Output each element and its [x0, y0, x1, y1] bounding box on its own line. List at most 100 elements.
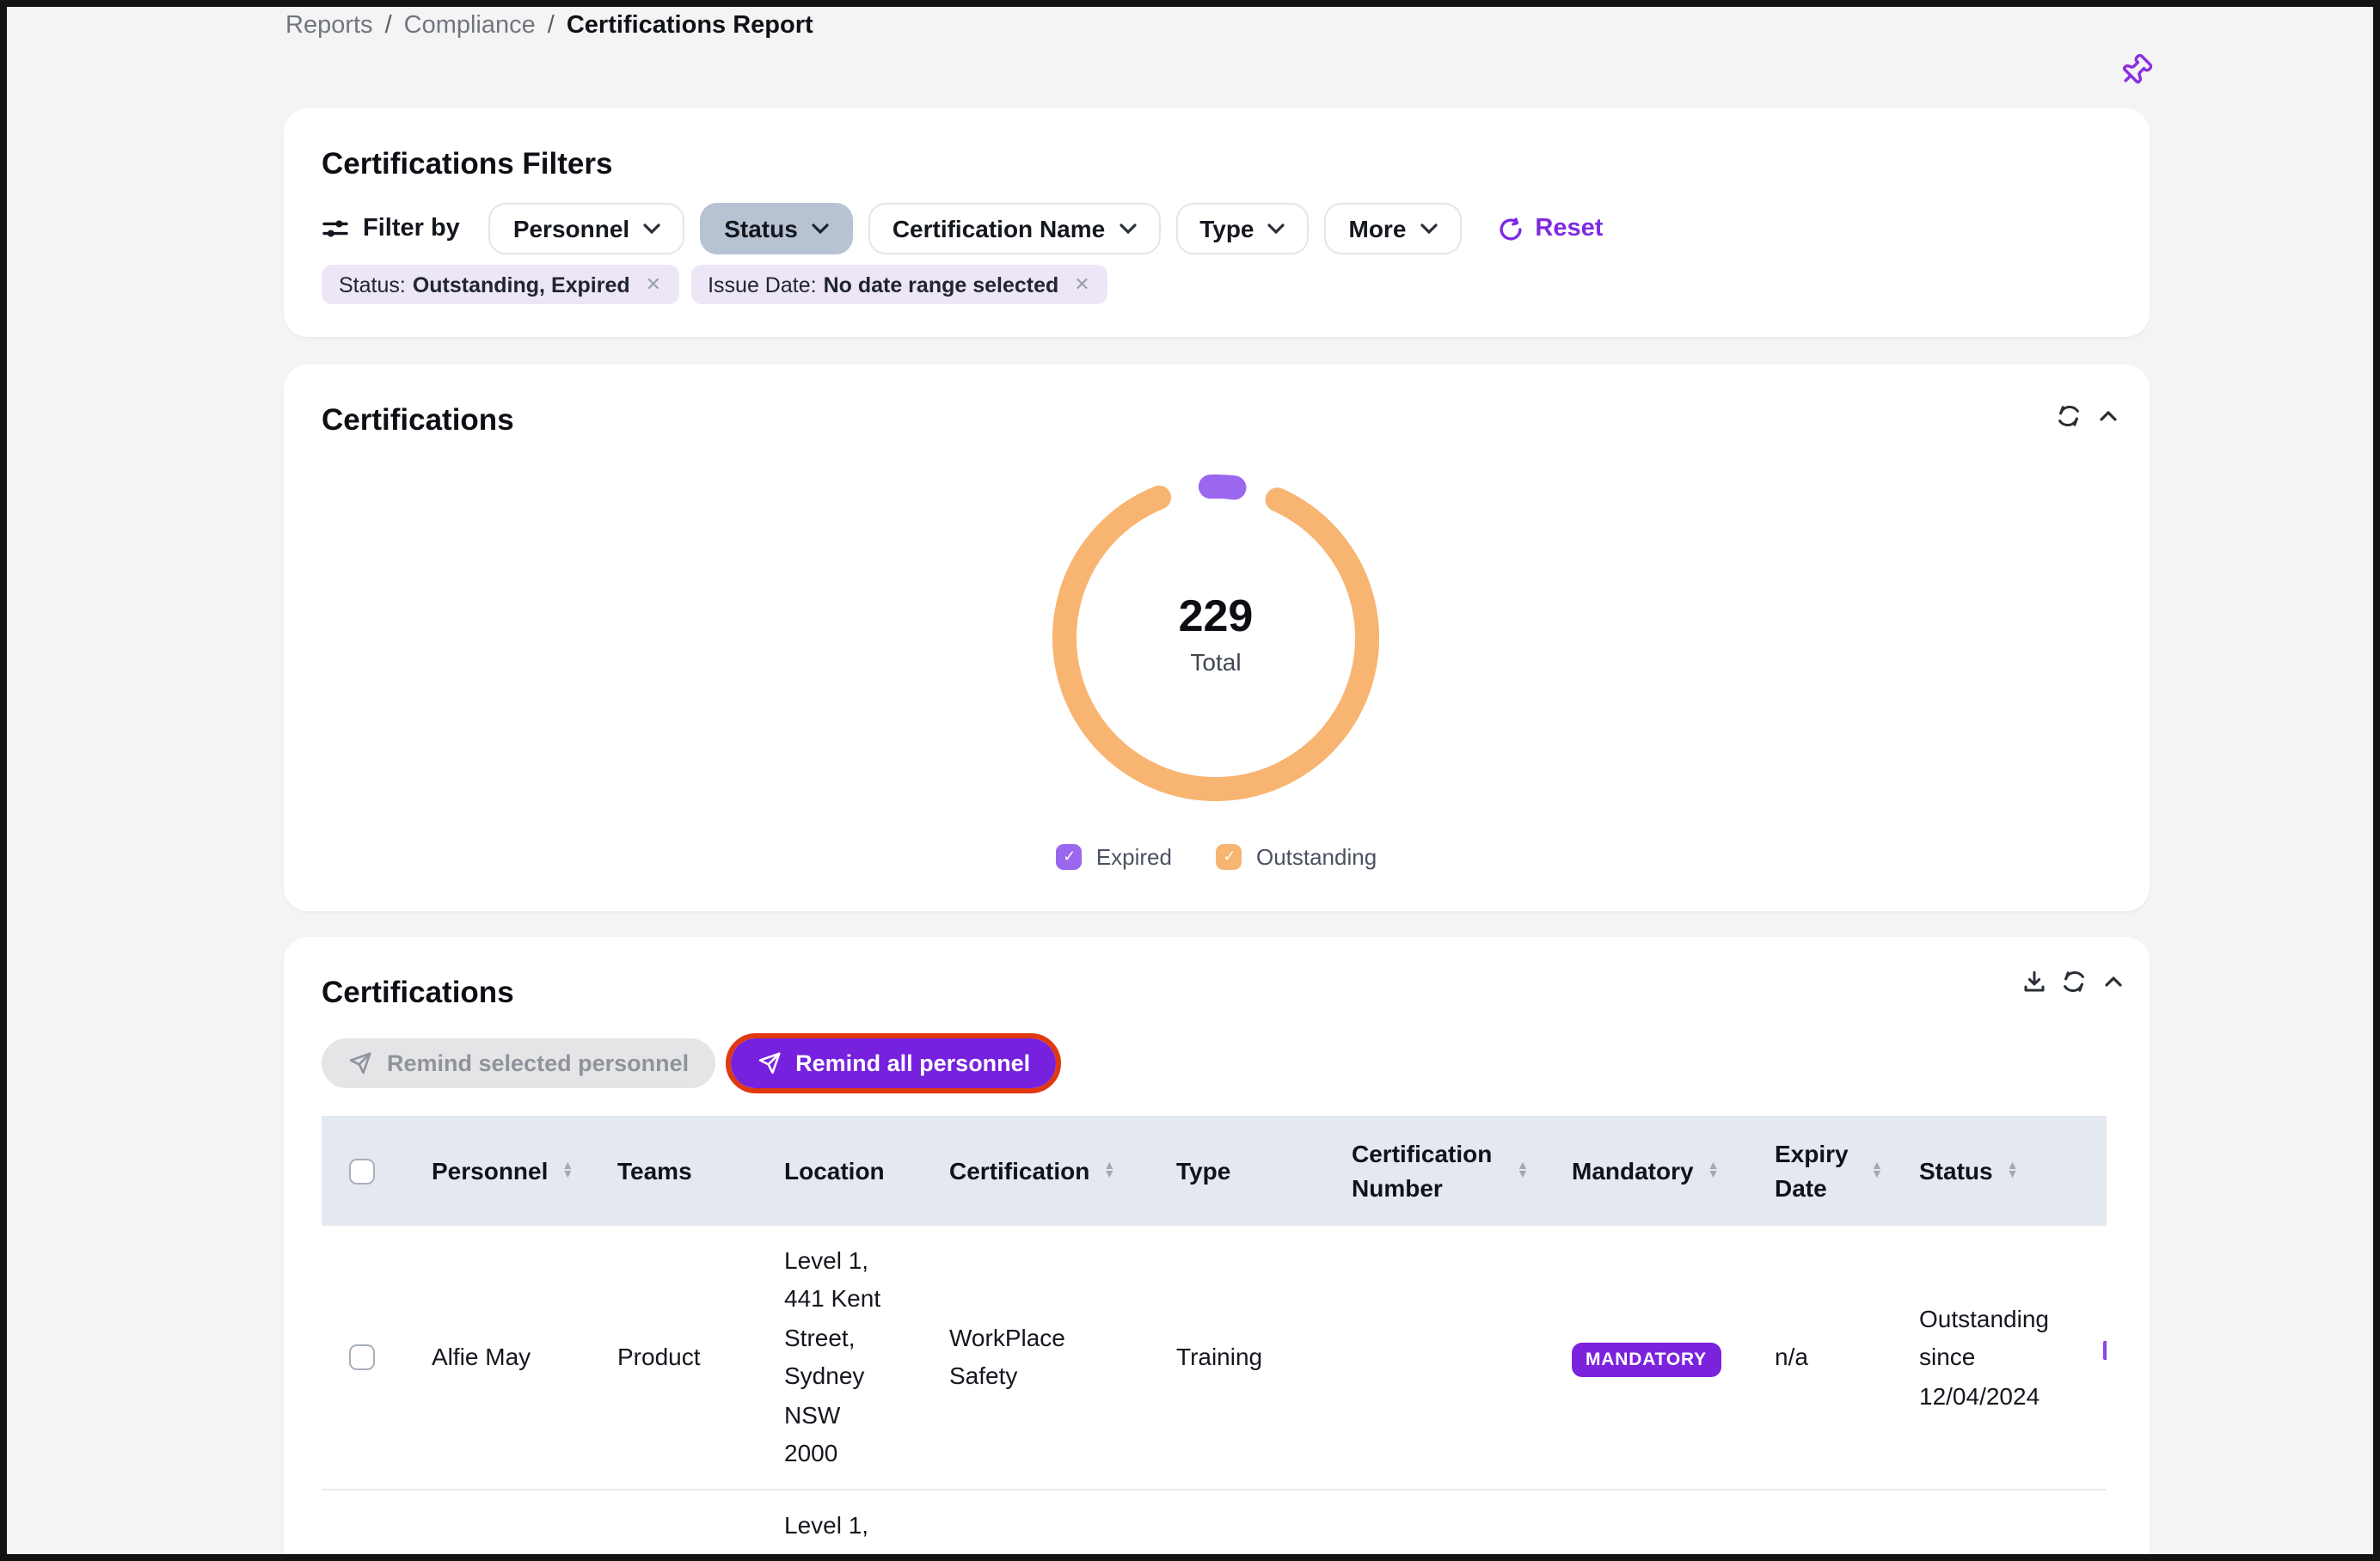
chart-card-title: Certifications — [322, 402, 514, 438]
download-icon[interactable] — [2021, 968, 2048, 995]
filter-button-label: Status — [724, 215, 798, 242]
certifications-table: Personnel ▲▼ Teams Location Certificatio… — [322, 1116, 2107, 1561]
filter-button-status[interactable]: Status — [700, 203, 853, 254]
remind-all-label: Remind all personnel — [795, 1050, 1030, 1076]
chip-value: No date range selected — [824, 272, 1059, 297]
sort-icon[interactable]: ▲▼ — [1871, 1162, 1883, 1179]
reset-icon — [1497, 216, 1523, 242]
remind-all-personnel-button[interactable]: Remind all personnel — [730, 1038, 1056, 1088]
column-header-status: Status — [1919, 1154, 1993, 1188]
donut-segment-outstanding — [1064, 498, 1367, 789]
filter-button-label: Personnel — [513, 215, 629, 242]
column-header-certification: Certification — [949, 1154, 1089, 1188]
legend-checkbox-expired[interactable]: ✓ — [1057, 844, 1083, 870]
remind-selected-personnel-button[interactable]: Remind selected personnel — [322, 1038, 715, 1088]
column-header-personnel: Personnel — [432, 1154, 548, 1188]
table-row: Alfie May Product Level 1, 441 Kent Stre… — [322, 1226, 2107, 1489]
breadcrumb-separator: / — [385, 12, 392, 40]
filter-button-label: More — [1349, 215, 1407, 242]
sliders-filter-icon — [322, 215, 349, 242]
filter-chip-status: Status: Outstanding, Expired ✕ — [322, 265, 678, 304]
cell-certification: WorkPlace Safety — [929, 1226, 1156, 1489]
pin-icon[interactable] — [2119, 53, 2153, 88]
table-card-title: Certifications — [322, 975, 514, 1011]
sort-icon[interactable]: ▲▼ — [1708, 1162, 1720, 1179]
column-header-location: Location — [784, 1154, 885, 1188]
filter-chip-issue-date: Issue Date: No date range selected ✕ — [690, 265, 1107, 304]
filter-button-label: Type — [1199, 215, 1254, 242]
chip-remove-icon[interactable]: ✕ — [646, 273, 661, 296]
filter-button-more[interactable]: More — [1325, 203, 1462, 254]
sort-icon[interactable]: ▲▼ — [1103, 1162, 1115, 1179]
donut-total-value: 229 — [1052, 590, 1379, 643]
collapse-chevron-up-icon[interactable] — [2095, 402, 2122, 430]
legend-item-outstanding: ✓ Outstanding — [1217, 844, 1377, 870]
chip-value: Outstanding, Expired — [413, 272, 630, 297]
column-header-type: Type — [1176, 1154, 1230, 1188]
legend-label: Expired — [1096, 844, 1172, 870]
chip-prefix: Status: — [339, 272, 406, 297]
reset-label: Reset — [1535, 215, 1603, 242]
column-header-certification-number: Certification Number — [1352, 1136, 1503, 1205]
sort-icon[interactable]: ▲▼ — [561, 1162, 574, 1179]
legend-checkbox-outstanding[interactable]: ✓ — [1217, 844, 1242, 870]
breadcrumb-current-page: Certifications Report — [567, 12, 813, 40]
filters-card-title: Certifications Filters — [322, 146, 612, 182]
clipped-action-button-edge[interactable] — [2103, 1341, 2107, 1360]
select-all-checkbox[interactable] — [349, 1158, 375, 1184]
sort-icon[interactable]: ▲▼ — [2007, 1162, 2019, 1179]
certifications-table-viewport: Personnel ▲▼ Teams Location Certificatio… — [322, 1116, 2107, 1561]
refresh-icon[interactable] — [2055, 402, 2082, 430]
filter-button-personnel[interactable]: Personnel — [489, 203, 684, 254]
mandatory-badge: MANDATORY — [1572, 1343, 1721, 1377]
cell-personnel: Alfie May — [411, 1226, 597, 1489]
breadcrumb: Reports / Compliance / Certifications Re… — [285, 12, 813, 40]
page: Reports / Compliance / Certifications Re… — [0, 0, 2380, 1561]
cell-teams: Product — [597, 1226, 764, 1489]
column-header-mandatory: Mandatory — [1572, 1154, 1694, 1188]
legend-label: Outstanding — [1256, 844, 1377, 870]
check-icon: ✓ — [1063, 848, 1076, 866]
cell-type: Training — [1156, 1226, 1331, 1489]
filter-by-label: Filter by — [363, 215, 460, 242]
chevron-down-icon — [643, 223, 660, 234]
legend-item-expired: ✓ Expired — [1057, 844, 1172, 870]
table-row-partial: Level 1, 441 Kent — [322, 1489, 2107, 1561]
reset-filters-button[interactable]: Reset — [1497, 215, 1603, 242]
screenshot-stage: Reports / Compliance / Certifications Re… — [0, 0, 2380, 1561]
remind-selected-label: Remind selected personnel — [387, 1050, 689, 1076]
check-icon: ✓ — [1223, 848, 1236, 866]
chip-remove-icon[interactable]: ✕ — [1074, 273, 1089, 296]
filter-button-type[interactable]: Type — [1175, 203, 1309, 254]
filter-by-label-group: Filter by — [322, 215, 460, 242]
send-plane-icon — [756, 1050, 782, 1076]
cell-mandatory: MANDATORY — [1551, 1226, 1754, 1489]
refresh-icon[interactable] — [2060, 968, 2088, 995]
filter-button-label: Certification Name — [892, 215, 1105, 242]
donut-total-label: Total — [1052, 648, 1379, 676]
chevron-down-icon — [1119, 223, 1136, 234]
send-plane-icon — [347, 1050, 373, 1076]
cell-location: Level 1, 441 Kent — [764, 1489, 929, 1561]
cell-certification-number — [1331, 1226, 1551, 1489]
filter-button-certification-name[interactable]: Certification Name — [868, 203, 1160, 254]
certifications-filters-card: Certifications Filters Filter by Personn… — [284, 108, 2150, 337]
chevron-down-icon — [1420, 223, 1437, 234]
breadcrumb-separator: / — [548, 12, 555, 40]
chip-prefix: Issue Date: — [708, 272, 816, 297]
focus-ring: Remind all personnel — [725, 1033, 1061, 1093]
sort-icon[interactable]: ▲▼ — [1517, 1162, 1529, 1179]
cell-location: Level 1, 441 Kent Street, Sydney NSW 200… — [764, 1226, 929, 1489]
chevron-down-icon — [812, 223, 829, 234]
certifications-chart-card: Certifications 229 Total ✓ — [284, 364, 2150, 911]
chart-legend: ✓ Expired ✓ Outstanding — [284, 844, 2150, 870]
certifications-table-card: Certifications Remin — [284, 937, 2150, 1561]
row-checkbox[interactable] — [349, 1344, 375, 1370]
table-header-row: Personnel ▲▼ Teams Location Certificatio… — [322, 1116, 2107, 1226]
collapse-chevron-up-icon[interactable] — [2100, 968, 2127, 995]
breadcrumb-reports[interactable]: Reports — [285, 12, 373, 40]
cell-status: Outstanding since 12/04/2024 — [1898, 1226, 2088, 1489]
cell-expiry-date: n/a — [1754, 1226, 1898, 1489]
chevron-down-icon — [1268, 223, 1285, 234]
breadcrumb-compliance[interactable]: Compliance — [404, 12, 536, 40]
